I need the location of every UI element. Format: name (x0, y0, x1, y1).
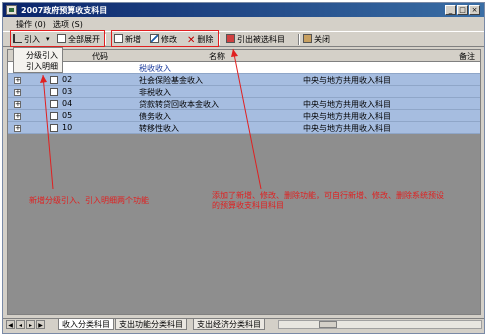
close-door-icon (303, 34, 312, 43)
window-title: 2007政府预算收支科目 (21, 6, 108, 15)
subject-grid: 代码 名称 备注 +税收收入+02社会保险基金收入中央与地方共用收入科目+03非… (7, 49, 481, 315)
cell-name: 税收收入 (139, 64, 171, 73)
menu-item-detail-import[interactable]: 引入明细 (26, 61, 58, 72)
cell-note: 中央与地方共用收入科目 (303, 112, 391, 121)
header-note[interactable]: 备注 (459, 51, 475, 62)
horizontal-scrollbar[interactable] (278, 320, 482, 329)
table-row[interactable]: +05 债务收入 中央与地方共用收入科目 (8, 110, 480, 122)
menu-item-graded-import[interactable]: 分级引入 (26, 50, 58, 61)
maximize-button[interactable]: □ (457, 5, 468, 15)
expand-plus-icon[interactable]: + (14, 77, 21, 84)
export-selected-label: 引出被选科目 (237, 35, 285, 44)
export-selected-button[interactable]: 引出被选科目 (226, 33, 285, 46)
cell-note: 中央与地方共用收入科目 (303, 124, 391, 133)
table-row[interactable]: +税收收入 (8, 62, 480, 74)
cell-code: 04 (62, 99, 73, 108)
expand-plus-icon[interactable]: + (14, 89, 21, 96)
close-window-button[interactable]: × (469, 5, 480, 15)
row-checkbox[interactable] (50, 124, 58, 132)
tab-income-classification[interactable]: 收入分类科目 (58, 319, 114, 330)
minimize-button[interactable]: _ (445, 5, 456, 15)
cell-code: 02 (62, 75, 73, 84)
header-code[interactable]: 代码 (92, 51, 108, 62)
cell-name: 非税收入 (139, 88, 171, 97)
close-label: 关闭 (314, 35, 330, 44)
row-checkbox[interactable] (50, 112, 58, 120)
close-button[interactable]: 关闭 (303, 33, 330, 46)
cell-name: 社会保险基金收入 (139, 76, 203, 85)
cell-code: 05 (62, 111, 73, 120)
expand-plus-icon[interactable]: + (14, 125, 21, 132)
sheet-tab-bar: ◀ ◂ ▸ ▶ 收入分类科目 支出功能分类科目 支出经济分类科目 (3, 318, 484, 330)
export-icon (226, 34, 235, 43)
table-row[interactable]: +04 贷款转贷回收本金收入 中央与地方共用收入科目 (8, 98, 480, 110)
cell-note: 中央与地方共用收入科目 (303, 100, 391, 109)
annotation-right-line2: 的预算收支科目科目 (212, 201, 284, 210)
annotation-box-import (10, 30, 105, 47)
menu-bar: 操作 (0) 选项 (S) (3, 18, 484, 30)
app-icon (6, 5, 17, 15)
last-tab-button[interactable]: ▶ (36, 320, 45, 329)
cell-code: 10 (62, 123, 73, 132)
import-dropdown-menu: 分级引入 引入明细 (13, 47, 63, 73)
menu-operate[interactable]: 操作 (0) (16, 19, 46, 30)
scrollbar-thumb[interactable] (319, 321, 337, 328)
row-checkbox[interactable] (50, 76, 58, 84)
toolbar-separator (298, 34, 300, 45)
expand-plus-icon[interactable]: + (14, 101, 21, 108)
cell-name: 债务收入 (139, 112, 171, 121)
menu-options[interactable]: 选项 (S) (53, 19, 83, 30)
grid-header: 代码 名称 备注 (8, 50, 480, 62)
annotation-left: 新增分级引入、引入明细两个功能 (29, 196, 149, 205)
title-bar: 2007政府预算收支科目 _ □ × (3, 3, 484, 17)
row-checkbox[interactable] (50, 88, 58, 96)
next-tab-button[interactable]: ▸ (26, 320, 35, 329)
header-name[interactable]: 名称 (209, 51, 225, 62)
tab-expenditure-function[interactable]: 支出功能分类科目 (115, 319, 187, 330)
table-row[interactable]: +02 社会保险基金收入 中央与地方共用收入科目 (8, 74, 480, 86)
annotation-box-edit (111, 30, 219, 47)
table-row[interactable]: +03 非税收入 (8, 86, 480, 98)
row-checkbox[interactable] (50, 100, 58, 108)
tab-expenditure-economic[interactable]: 支出经济分类科目 (193, 319, 265, 330)
expand-plus-icon[interactable]: + (14, 113, 21, 120)
cell-name: 转移性收入 (139, 124, 179, 133)
first-tab-button[interactable]: ◀ (6, 320, 15, 329)
cell-name: 贷款转贷回收本金收入 (139, 100, 219, 109)
cell-note: 中央与地方共用收入科目 (303, 76, 391, 85)
app-window: 2007政府预算收支科目 _ □ × 操作 (0) 选项 (S) 引入 ▾ 全部… (2, 2, 485, 334)
prev-tab-button[interactable]: ◂ (16, 320, 25, 329)
table-row[interactable]: +10 转移性收入 中央与地方共用收入科目 (8, 122, 480, 134)
cell-code: 03 (62, 87, 73, 96)
